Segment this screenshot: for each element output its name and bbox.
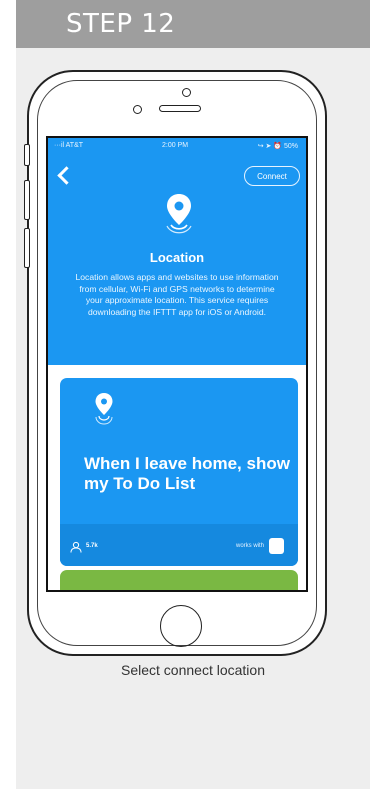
applet-title: When I leave home, show my To Do List	[84, 454, 290, 493]
location-pin-icon	[166, 194, 192, 234]
connect-button[interactable]: Connect	[244, 166, 300, 186]
applet-feed: When I leave home, show my To Do List 5.…	[48, 365, 306, 590]
user-count: 5.7k	[86, 543, 98, 549]
location-pin-icon	[95, 393, 113, 425]
service-title: Location	[149, 250, 205, 265]
user-icon	[70, 541, 82, 553]
applet-card[interactable]: When I leave home, show my To Do List 5.…	[60, 378, 298, 566]
mute-switch	[24, 144, 30, 166]
carrier-signal: ···il AT&T	[54, 142, 84, 149]
step-title: STEP 12	[66, 9, 176, 39]
service-header: ···il AT&T 2:00 PM ↪ ➤ ⏰ 50% Connect Loc…	[48, 138, 306, 365]
phone-screen: ···il AT&T 2:00 PM ↪ ➤ ⏰ 50% Connect Loc…	[46, 136, 308, 592]
next-applet-card[interactable]	[60, 570, 298, 590]
works-with-label: works with	[235, 543, 264, 549]
notes-icon	[269, 538, 284, 554]
caption: Select connect location	[121, 662, 265, 678]
speaker-icon	[159, 105, 201, 112]
applet-footer: 5.7k works with	[60, 524, 298, 566]
phone-frame: ···il AT&T 2:00 PM ↪ ➤ ⏰ 50% Connect Loc…	[24, 70, 327, 656]
sensor-icon	[133, 105, 142, 114]
status-bar: ···il AT&T 2:00 PM ↪ ➤ ⏰ 50%	[48, 138, 306, 154]
service-description: Location allows apps and websites to use…	[75, 272, 279, 317]
back-icon[interactable]	[57, 166, 76, 185]
status-indicators: ↪ ➤ ⏰ 50%	[257, 143, 298, 150]
volume-down-button	[24, 228, 30, 268]
camera-icon	[182, 88, 191, 97]
volume-up-button	[24, 180, 30, 220]
home-button	[160, 605, 202, 647]
step-banner: STEP 12	[16, 0, 370, 48]
status-time: 2:00 PM	[162, 142, 189, 149]
